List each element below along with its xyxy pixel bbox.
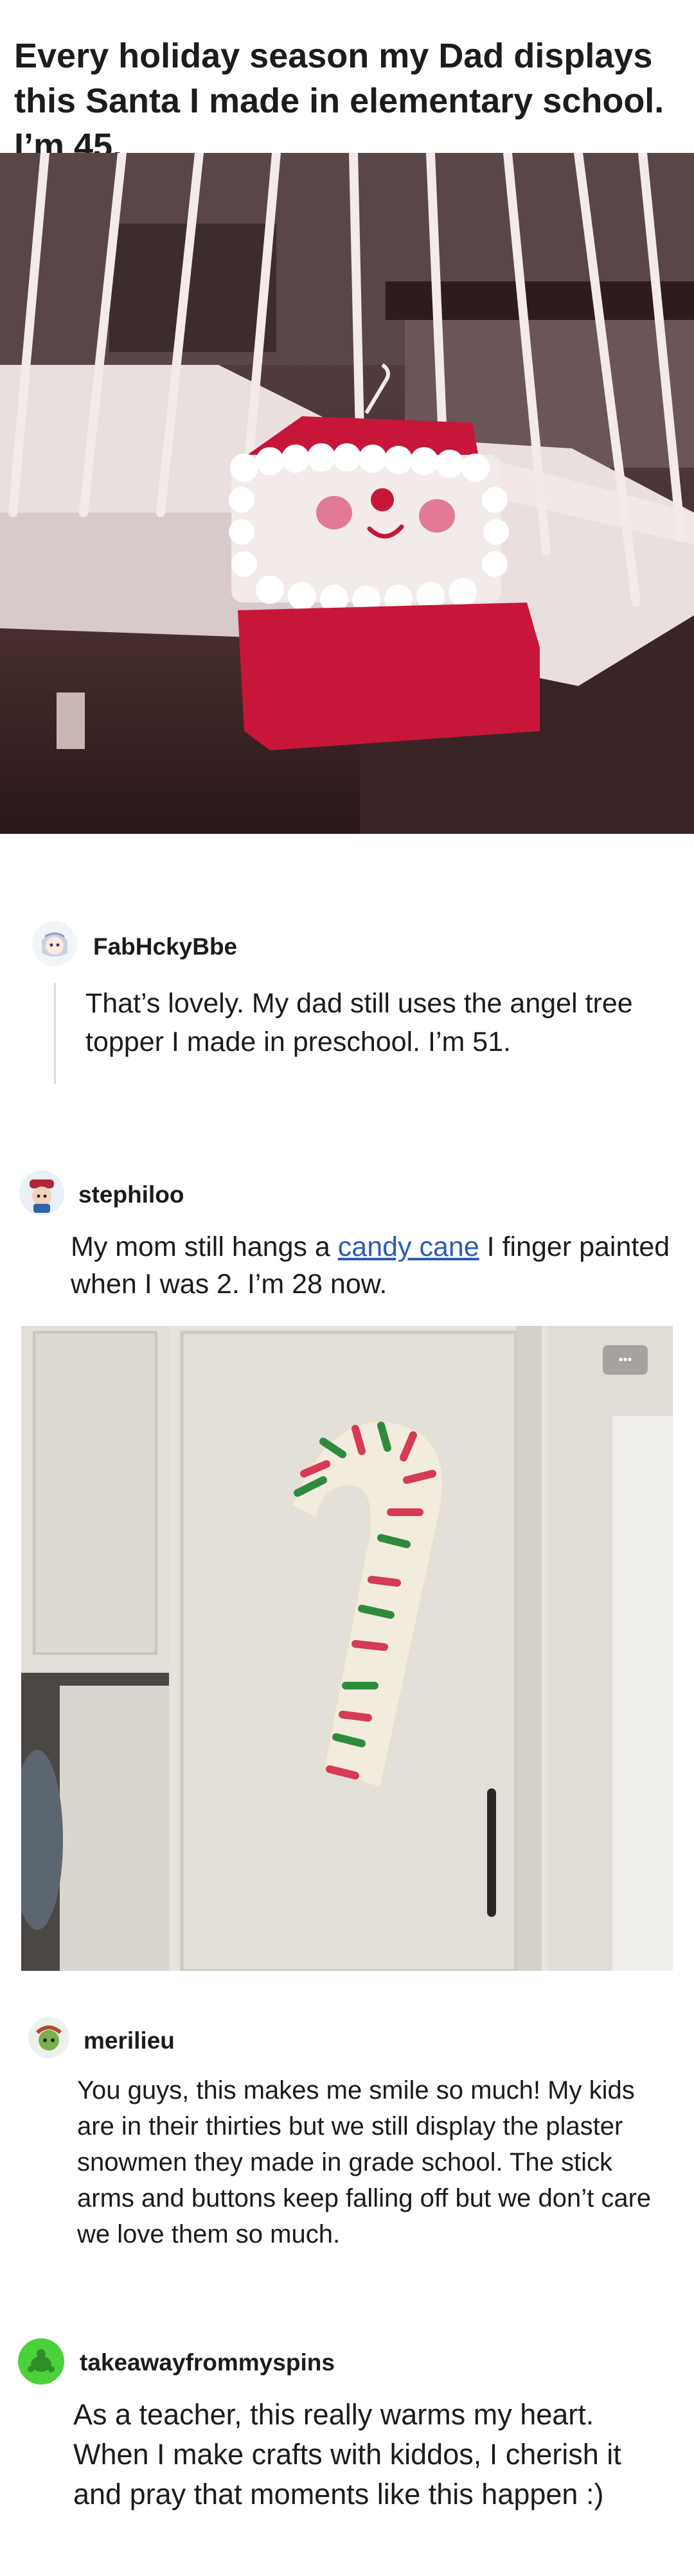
avatar-takeawayfrommyspins[interactable]: [18, 2338, 64, 2385]
candy-cane-link[interactable]: candy cane: [338, 1231, 479, 1262]
reply-thread-line: [54, 983, 56, 1084]
avatar-stephiloo[interactable]: [19, 1170, 64, 1215]
reply-text-takeawayfrommyspins: As a teacher, this really warms my heart…: [73, 2398, 621, 2510]
avatar-fabhckybbe[interactable]: [32, 921, 77, 966]
username-takeawayfrommyspins[interactable]: takeawayfrommyspins: [80, 2349, 335, 2377]
reply-text-stephiloo-before: My mom still hangs a: [71, 1231, 338, 1262]
character-avatar-icon: [20, 1171, 64, 1215]
reply-text-fabhckybbe: That’s lovely. My dad still uses the ang…: [85, 988, 633, 1057]
candy-cane-photo-image: [21, 1326, 673, 1971]
image-menu-button[interactable]: •••: [603, 1345, 648, 1375]
post-title: Every holiday season my Dad displays thi…: [14, 37, 664, 165]
santa-photo-image: [0, 153, 694, 834]
anime-avatar-icon: [33, 922, 76, 966]
reply-text-stephiloo: My mom still hangs a candy cane I finger…: [71, 1228, 675, 1303]
santa-craft: [229, 416, 540, 750]
cartoon-avatar-icon: [29, 2018, 69, 2058]
avatar-merilieu[interactable]: [28, 2017, 69, 2058]
username-stephiloo[interactable]: stephiloo: [78, 1181, 184, 1209]
username-merilieu[interactable]: merilieu: [84, 2027, 175, 2055]
username-fabhckybbe[interactable]: FabHckyBbe: [93, 933, 237, 961]
reply-text-merilieu: You guys, this makes me smile so much! M…: [77, 2076, 652, 2248]
turtle-avatar-icon: [19, 2339, 64, 2384]
santa-photo[interactable]: [0, 153, 694, 834]
candy-cane-photo[interactable]: •••: [21, 1326, 673, 1971]
